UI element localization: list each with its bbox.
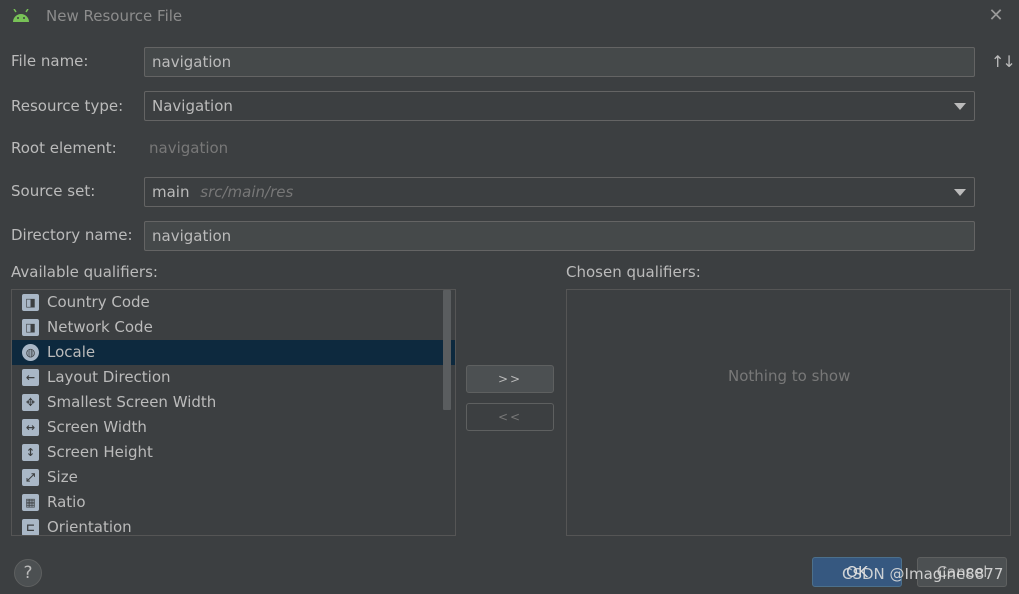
- close-icon[interactable]: ✕: [986, 6, 1006, 26]
- source-set-select[interactable]: main src/main/res: [144, 177, 975, 207]
- android-icon: [13, 9, 29, 22]
- available-qualifiers-label: Available qualifiers:: [11, 263, 158, 281]
- orientation-icon: ⊏: [22, 519, 39, 535]
- list-item[interactable]: ◍ Locale: [12, 340, 455, 365]
- file-name-input[interactable]: navigation: [144, 47, 975, 77]
- globe-icon: ◍: [22, 344, 39, 361]
- directory-name-label: Directory name:: [11, 226, 133, 244]
- chevron-down-icon: [954, 189, 966, 196]
- list-item-label: Network Code: [47, 318, 153, 336]
- chosen-qualifiers-label: Chosen qualifiers:: [566, 263, 701, 281]
- root-element-value: navigation: [149, 139, 229, 157]
- list-item-label: Orientation: [47, 518, 132, 536]
- file-name-label: File name:: [11, 52, 89, 70]
- list-item[interactable]: ◨ Country Code: [12, 290, 455, 315]
- directory-name-input[interactable]: navigation: [144, 221, 975, 251]
- empty-state-text: Nothing to show: [728, 367, 851, 385]
- chevron-down-icon: [954, 103, 966, 110]
- network-code-icon: ◨: [22, 319, 39, 336]
- help-button[interactable]: ?: [14, 559, 42, 587]
- add-qualifier-button[interactable]: >>: [466, 365, 554, 393]
- screen-width-icon: ↔: [22, 419, 39, 436]
- list-item[interactable]: ✥ Smallest Screen Width: [12, 390, 455, 415]
- remove-qualifier-button[interactable]: <<: [466, 403, 554, 431]
- list-item[interactable]: ▦ Ratio: [12, 490, 455, 515]
- list-item[interactable]: ← Layout Direction: [12, 365, 455, 390]
- source-set-label: Source set:: [11, 182, 96, 200]
- available-qualifiers-list[interactable]: ◨ Country Code ◨ Network Code ◍ Locale ←…: [11, 289, 456, 536]
- list-item[interactable]: ↕ Screen Height: [12, 440, 455, 465]
- list-item-label: Locale: [47, 343, 96, 361]
- list-item-label: Screen Height: [47, 443, 153, 461]
- list-item[interactable]: ⊏ Orientation: [12, 515, 455, 536]
- chosen-qualifiers-list[interactable]: Nothing to show: [566, 289, 1011, 536]
- list-item[interactable]: ⤢ Size: [12, 465, 455, 490]
- list-item-label: Ratio: [47, 493, 86, 511]
- list-item-label: Layout Direction: [47, 368, 171, 386]
- layout-direction-icon: ←: [22, 369, 39, 386]
- sort-icon[interactable]: ↑↓: [991, 52, 1016, 72]
- list-item-label: Country Code: [47, 293, 150, 311]
- size-icon: ⤢: [22, 469, 39, 486]
- resource-type-label: Resource type:: [11, 97, 124, 115]
- resource-type-value: Navigation: [152, 97, 233, 115]
- list-item-label: Smallest Screen Width: [47, 393, 217, 411]
- title-bar: New Resource File ✕: [0, 0, 1019, 34]
- resource-type-select[interactable]: Navigation: [144, 91, 975, 121]
- smallest-width-icon: ✥: [22, 394, 39, 411]
- ratio-icon: ▦: [22, 494, 39, 511]
- country-code-icon: ◨: [22, 294, 39, 311]
- screen-height-icon: ↕: [22, 444, 39, 461]
- source-set-hint: src/main/res: [200, 183, 294, 201]
- list-item-label: Screen Width: [47, 418, 147, 436]
- list-item[interactable]: ◨ Network Code: [12, 315, 455, 340]
- list-item[interactable]: ↔ Screen Width: [12, 415, 455, 440]
- watermark: CSDN @Imagine8877: [842, 565, 1004, 583]
- list-scrollbar[interactable]: [443, 290, 451, 410]
- root-element-label: Root element:: [11, 139, 117, 157]
- list-item-label: Size: [47, 468, 78, 486]
- dialog-title: New Resource File: [46, 7, 183, 25]
- source-set-value: main: [152, 183, 190, 201]
